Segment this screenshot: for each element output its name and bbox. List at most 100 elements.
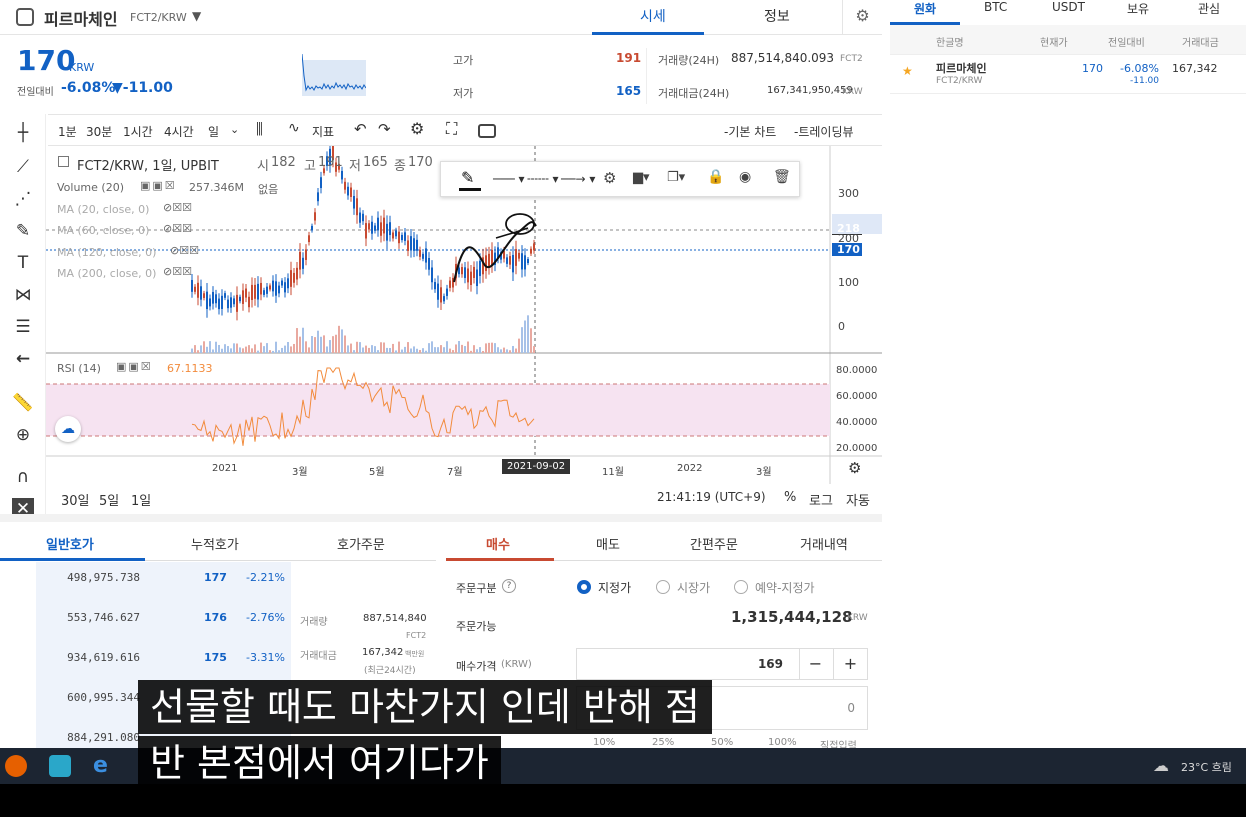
ma-60-legend[interactable]: MA (60, close, 0) — [57, 224, 149, 237]
market-list-row[interactable]: ★ 피르마체인 FCT2/KRW 170 -6.08% -11.00 167,3… — [890, 56, 1246, 94]
ma-120-legend[interactable]: MA (120, close, 0) — [57, 246, 156, 259]
chart-clock[interactable]: 21:41:19 (UTC+9) — [657, 490, 766, 504]
interval-chevron-icon[interactable]: ⌄ — [230, 123, 239, 136]
col-amount[interactable]: 거래대금 — [1182, 34, 1219, 49]
col-change[interactable]: 전일대비 — [1108, 34, 1145, 49]
indicator-icon[interactable]: ∿ — [288, 120, 300, 136]
lock-icon[interactable]: 🔒 — [707, 169, 724, 185]
candle-type-icon[interactable]: ⫼ — [256, 120, 263, 138]
radio-market[interactable] — [656, 580, 670, 594]
settings-gear-icon[interactable]: ⚙ — [842, 0, 882, 34]
crosshair-icon[interactable]: ┼ — [12, 122, 34, 144]
drawing-settings-icon[interactable]: ⚙ — [603, 169, 616, 187]
price-chart[interactable]: FCT2/KRW, 1일, UPBIT 시 182 고 191 저 165 종 … — [46, 146, 882, 484]
ma-120-icons[interactable]: ⊘☒☒ — [170, 244, 199, 257]
buy-price-input[interactable]: 169 − + — [576, 648, 868, 680]
pen-color-icon[interactable]: ✎ — [461, 168, 474, 187]
visibility-eye-icon[interactable]: ◉ — [739, 169, 751, 185]
pct-100-button[interactable]: 100% — [768, 737, 797, 748]
scale-log[interactable]: 로그 — [809, 490, 833, 509]
range-5d[interactable]: 5일 — [99, 490, 119, 509]
prediction-icon[interactable]: ☰ — [12, 316, 34, 338]
radio-limit-label[interactable]: 지정가 — [598, 579, 631, 596]
zoom-in-icon[interactable]: ⊕ — [12, 424, 34, 446]
ma-200-icons[interactable]: ⊘☒☒ — [163, 265, 192, 278]
range-30d[interactable]: 30일 — [61, 490, 90, 509]
fullscreen-icon[interactable]: ⛶ — [446, 119, 457, 139]
tab-general-orderbook[interactable]: 일반호가 — [46, 534, 94, 553]
coin-select-chevron-icon[interactable]: ▼ — [192, 9, 201, 23]
pattern-icon[interactable]: ⋈ — [12, 284, 34, 306]
tab-sell[interactable]: 매도 — [596, 534, 620, 553]
tab-simple-order[interactable]: 간편주문 — [690, 534, 738, 553]
tab-price[interactable]: 시세 — [640, 6, 666, 26]
price-plus-button[interactable]: + — [833, 649, 867, 679]
radio-limit[interactable] — [577, 580, 591, 594]
market-tab-holding[interactable]: 보유 — [1127, 0, 1149, 17]
ma-20-icons[interactable]: ⊘☒☒ — [163, 201, 192, 214]
market-tab-krw[interactable]: 원화 — [914, 0, 936, 17]
interval-4h[interactable]: 4시간 — [164, 123, 194, 140]
pct-10-button[interactable]: 10% — [593, 737, 615, 748]
tab-trade-history[interactable]: 거래내역 — [800, 534, 848, 553]
back-arrow-icon[interactable]: ← — [12, 348, 34, 370]
tab-info[interactable]: 정보 — [764, 6, 790, 26]
tradingview-button[interactable]: -트레이딩뷰 — [794, 123, 854, 140]
range-1d[interactable]: 1일 — [131, 490, 151, 509]
pct-50-button[interactable]: 50% — [711, 737, 733, 748]
tab-buy[interactable]: 매수 — [486, 534, 510, 553]
radio-reserve-label[interactable]: 예약-지정가 — [755, 579, 815, 596]
rsi-legend-icons[interactable]: ▣▣☒ — [116, 360, 153, 373]
scale-auto[interactable]: 자동 — [846, 490, 870, 509]
volume-legend-icons[interactable]: ▣▣☒ — [140, 179, 177, 192]
ma-60-icons[interactable]: ⊘☒☒ — [163, 222, 192, 235]
tab-buy-underline — [446, 558, 554, 561]
basic-chart-button[interactable]: -기본 차트 — [724, 123, 776, 140]
trendline-icon[interactable]: ⟋ — [12, 156, 34, 178]
camera-icon[interactable] — [478, 124, 496, 138]
market-tab-favorite[interactable]: 관심 — [1198, 0, 1220, 17]
market-tab-usdt[interactable]: USDT — [1052, 0, 1085, 14]
col-korean-name[interactable]: 한글명 — [936, 34, 964, 49]
help-icon[interactable]: ? — [502, 579, 516, 593]
clone-icon[interactable]: ❐▾ — [667, 170, 685, 185]
market-tab-btc[interactable]: BTC — [984, 0, 1007, 14]
line-style-icon[interactable]: ╌╌╌ ▾ — [527, 172, 559, 186]
text-tool-icon[interactable]: T — [12, 252, 34, 274]
line-end-icon[interactable]: ──→ ▾ — [561, 172, 595, 186]
magnet-icon[interactable]: ∩ — [12, 466, 34, 488]
app-icon-teal[interactable] — [49, 755, 71, 777]
chart-settings-icon[interactable]: ⚙ — [410, 119, 424, 138]
interval-1m[interactable]: 1분 — [58, 123, 77, 140]
price-minus-button[interactable]: − — [799, 649, 831, 679]
brush-icon[interactable]: ✎ — [12, 220, 34, 242]
redo-icon[interactable]: ↷ — [378, 120, 391, 138]
trash-icon[interactable]: 🗑 — [773, 169, 791, 185]
scale-percent[interactable]: % — [784, 490, 796, 505]
internet-explorer-icon[interactable]: e — [93, 753, 108, 778]
volume-bar — [359, 342, 361, 353]
ma-20-legend[interactable]: MA (20, close, 0) — [57, 203, 149, 216]
fib-tools-icon[interactable]: ⋰ — [12, 188, 34, 210]
line-width-icon[interactable]: ─── ▾ — [493, 172, 525, 186]
interval-30m[interactable]: 30분 — [86, 123, 112, 140]
chart-collapse-icon[interactable] — [58, 156, 69, 167]
coin-name: 피르마체인 — [44, 10, 118, 29]
indicator-button[interactable]: 지표 — [312, 123, 334, 140]
tab-orderbook-order[interactable]: 호가주문 — [337, 534, 385, 553]
volume-bar — [530, 328, 532, 353]
radio-reserve[interactable] — [734, 580, 748, 594]
firefox-icon[interactable] — [5, 755, 27, 777]
pct-25-button[interactable]: 25% — [652, 737, 674, 748]
undo-icon[interactable]: ↶ — [354, 120, 367, 138]
tab-cumulative-orderbook[interactable]: 누적호가 — [191, 534, 239, 553]
favorite-star-icon[interactable]: ★ — [902, 64, 913, 78]
col-current-price[interactable]: 현재가 — [1040, 34, 1068, 49]
interval-1h[interactable]: 1시간 — [123, 123, 153, 140]
axis-settings-icon[interactable]: ⚙ — [848, 459, 861, 477]
ruler-icon[interactable]: 📏 — [12, 392, 34, 414]
ma-200-legend[interactable]: MA (200, close, 0) — [57, 267, 156, 280]
interval-day[interactable]: 일 — [208, 123, 219, 140]
fill-icon[interactable]: ▆▾ — [633, 170, 650, 185]
radio-market-label[interactable]: 시장가 — [677, 579, 710, 596]
